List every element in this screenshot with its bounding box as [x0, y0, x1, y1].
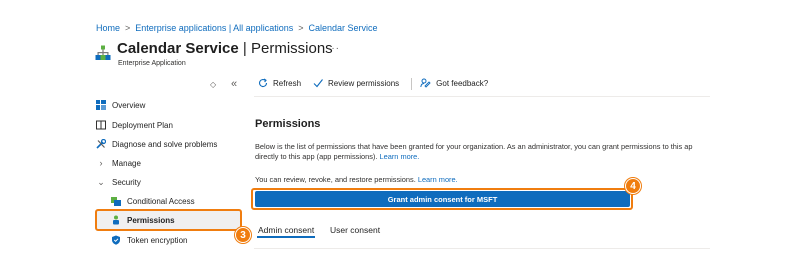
toolbar-divider-line: [254, 96, 710, 97]
sidebar-item-label: Manage: [112, 158, 141, 168]
breadcrumb: Home > Enterprise applications | All app…: [96, 23, 378, 33]
shield-icon: [111, 235, 121, 245]
permissions-icon: [111, 215, 121, 225]
breadcrumb-enterprise-applications[interactable]: Enterprise applications | All applicatio…: [135, 23, 293, 33]
sidebar-collapse-up-icon[interactable]: ◇: [210, 80, 216, 89]
overview-icon: [96, 100, 106, 110]
breadcrumb-separator: >: [125, 23, 131, 33]
sidebar-item-label: Overview: [112, 100, 146, 110]
sidebar-item-manage[interactable]: › Manage: [96, 158, 141, 168]
sidebar-item-label: Token encryption: [127, 235, 188, 245]
page-title-section: | Permissions: [242, 40, 333, 57]
sidebar-item-label: Security: [112, 178, 141, 187]
got-feedback-label: Got feedback?: [436, 79, 489, 88]
page-subtitle: Enterprise Application: [118, 60, 186, 67]
breadcrumb-calendar-service[interactable]: Calendar Service: [308, 23, 377, 33]
page-title: Calendar Service | Permissions: [117, 40, 333, 57]
tab-admin-consent[interactable]: Admin consent: [258, 225, 314, 235]
review-permissions-button[interactable]: Review permissions: [313, 78, 407, 90]
sidebar-item-label: Conditional Access: [127, 196, 195, 206]
wrench-icon: [96, 139, 106, 149]
breadcrumb-home[interactable]: Home: [96, 23, 120, 33]
sidebar-item-overview[interactable]: Overview: [96, 100, 145, 110]
chevron-down-icon: ⌄: [97, 177, 105, 187]
sidebar-collapse-icon[interactable]: «: [231, 78, 237, 90]
tab-user-consent[interactable]: User consent: [330, 225, 380, 235]
book-icon: [96, 120, 106, 130]
toolbar-divider: [411, 77, 413, 90]
sidebar-item-deployment-plan[interactable]: Deployment Plan: [96, 120, 173, 130]
sidebar-item-diagnose[interactable]: Diagnose and solve problems: [96, 139, 217, 149]
learn-more-link[interactable]: Learn more.: [379, 152, 419, 161]
sidebar-item-label: Permissions: [127, 215, 175, 225]
step-3-badge: 3: [235, 227, 251, 243]
grant-admin-consent-button[interactable]: Grant admin consent for MSFT: [255, 191, 630, 207]
feedback-icon: [420, 77, 431, 90]
review-description: You can review, revoke, and restore perm…: [255, 175, 458, 184]
sidebar-item-label: Deployment Plan: [112, 120, 173, 130]
description-text: directly to this app (app permissions).: [255, 152, 378, 161]
page-title-main: Calendar Service: [117, 40, 239, 57]
chevron-right-icon: ›: [99, 158, 103, 168]
sidebar-item-permissions[interactable]: Permissions: [111, 215, 175, 225]
got-feedback-button[interactable]: Got feedback?: [420, 77, 496, 90]
sidebar-item-security[interactable]: ⌄ Security: [96, 177, 141, 188]
refresh-label: Refresh: [273, 79, 302, 88]
tabs-divider: [254, 248, 710, 249]
step-4-badge: 4: [625, 178, 641, 194]
more-options-button[interactable]: ···: [327, 43, 340, 54]
sidebar-item-conditional-access[interactable]: Conditional Access: [111, 196, 195, 206]
section-title: Permissions: [255, 118, 321, 130]
sidebar-item-label: Diagnose and solve problems: [112, 139, 218, 149]
command-bar: Refresh Review permissions Got feedback?: [258, 77, 496, 90]
sidebar-item-token-encryption[interactable]: Token encryption: [111, 235, 187, 245]
enterprise-app-icon: [95, 45, 111, 61]
permissions-description-line2: directly to this app (app permissions). …: [255, 152, 419, 161]
conditional-access-icon: [111, 196, 121, 206]
description-text: You can review, revoke, and restore perm…: [255, 175, 416, 184]
breadcrumb-separator: >: [298, 23, 304, 33]
permissions-description: Below is the list of permissions that ha…: [255, 142, 693, 151]
review-permissions-label: Review permissions: [328, 79, 400, 88]
checkmark-icon: [313, 78, 323, 90]
active-tab-indicator: [257, 236, 315, 238]
refresh-icon: [258, 78, 268, 90]
refresh-button[interactable]: Refresh: [258, 78, 309, 90]
learn-more-link[interactable]: Learn more.: [418, 175, 458, 184]
